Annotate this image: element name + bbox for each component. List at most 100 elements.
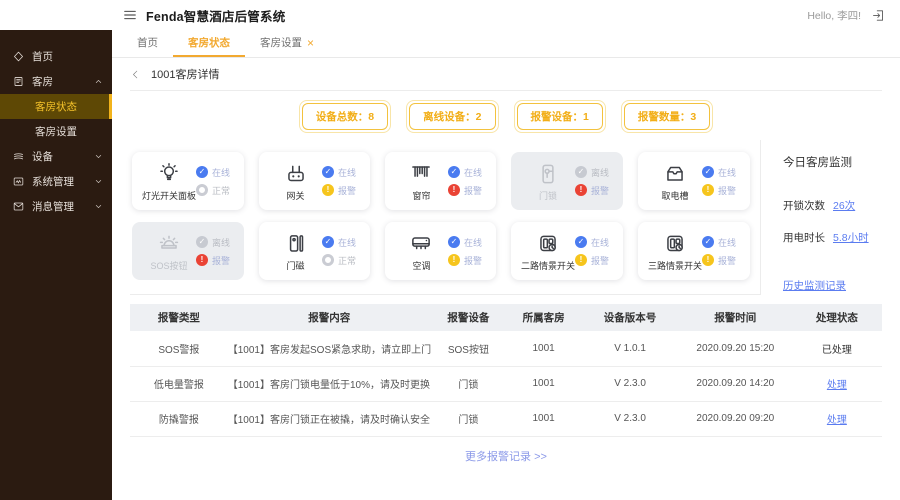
status-online-icon: ✓ — [447, 166, 460, 178]
messages-icon — [12, 200, 25, 213]
unlock-count-link[interactable]: 26次 — [833, 200, 855, 212]
sidebar-subitem-label: 客房设置 — [35, 126, 77, 138]
sidebar-item-room-settings[interactable]: 客房设置 — [0, 119, 112, 144]
stat-badge-device-total: 设备总数：8 — [298, 100, 392, 133]
tab-label: 首页 — [137, 37, 158, 49]
device-card-scene-switch-2[interactable]: 二路情景开关 ✓ 在线 ! 报警 — [510, 222, 623, 280]
device-version: V 1.0.1 — [614, 342, 646, 354]
device-card-door-lock[interactable]: 门锁 ✓ 离线! 报警 — [510, 152, 623, 210]
sidebar-item-system[interactable]: 系统管理 — [0, 169, 112, 194]
device-status: ✓ 在线 — [574, 236, 615, 249]
more-alarm-records-link[interactable]: 更多报警记录 >> — [465, 451, 547, 463]
device-status: 正常 — [321, 254, 362, 267]
user-greeting: Hello, 李四! — [807, 9, 861, 22]
history-records-link[interactable]: 历史监测记录 — [783, 278, 846, 293]
sidebar-item-room-status[interactable]: 客房状态 — [0, 94, 112, 119]
status-label: 在线 — [337, 167, 356, 178]
stats-row: 设备总数：8 离线设备：2 报警设备：1 报警数量：3 — [130, 100, 882, 133]
status-online-icon: ✓ — [321, 166, 334, 178]
monitor-title: 今日客房监测 — [783, 157, 852, 169]
sos-button-icon — [154, 231, 184, 257]
devices-icon — [12, 150, 25, 163]
handle-link[interactable]: 处理 — [827, 380, 847, 391]
device-card-gateway[interactable]: 网关 ✓ 在线! 报警 — [259, 152, 370, 210]
sidebar-item-messages[interactable]: 消息管理 — [0, 194, 112, 219]
device-info: 二路情景开关 — [521, 231, 575, 272]
status-label: 在线 — [718, 237, 737, 248]
device-version: V 2.3.0 — [614, 413, 646, 424]
device-info: 取电槽 — [648, 161, 702, 202]
gateway-icon — [281, 161, 311, 187]
handle-link[interactable]: 处理 — [827, 415, 847, 426]
hamburger-menu-icon[interactable] — [122, 7, 138, 23]
status-alarm-yellow-icon: ! — [702, 184, 714, 196]
logout-icon[interactable] — [871, 8, 886, 23]
device-status: ! 报警 — [574, 254, 615, 267]
device-name: 取电槽 — [661, 190, 689, 201]
monitor-row-power-duration: 用电时长 5.8小时 — [783, 230, 882, 245]
monitor-label: 用电时长 — [783, 232, 825, 244]
device-statuses: ✓ 在线正常 — [321, 236, 362, 267]
column-header: 报警类型 — [157, 312, 200, 324]
sidebar-item-label: 消息管理 — [32, 201, 74, 213]
alarm-device: SOS按钮 — [447, 344, 489, 356]
device-status: ! 报警 — [447, 254, 488, 267]
device-statuses: ✓ 离线! 报警 — [574, 166, 615, 197]
scene-switch-icon — [533, 231, 563, 257]
alarm-device: 门锁 — [458, 415, 479, 426]
device-info: 门锁 — [521, 161, 575, 202]
tab-home[interactable]: 首页 — [122, 30, 173, 57]
column-header: 设备版本号 — [603, 312, 657, 324]
device-card-power-slot[interactable]: 取电槽 ✓ 在线! 报警 — [637, 152, 750, 210]
device-card-door-sensor[interactable]: 门磁 ✓ 在线 正常 — [259, 222, 370, 280]
status-online-icon: ✓ — [702, 166, 714, 178]
device-status: 正常 — [196, 184, 236, 197]
close-icon[interactable]: × — [307, 37, 314, 49]
alarm-time: 2020.09.20 15:20 — [696, 342, 775, 354]
status-normal-icon — [321, 254, 334, 266]
power-duration-link[interactable]: 5.8小时 — [833, 232, 869, 244]
status-label: 报警 — [590, 185, 609, 196]
device-card-sos-button[interactable]: SOS按钮 ✓ 离线! 报警 — [132, 222, 245, 280]
device-status: ✓ 在线 — [702, 166, 742, 179]
status-alarm-red-icon: ! — [447, 184, 460, 196]
status-online-icon: ✓ — [196, 166, 209, 178]
tab-room-settings[interactable]: 客房设置 × — [245, 30, 329, 57]
device-card-ac[interactable]: 空调 ✓ 在线 ! 报警 — [384, 222, 496, 280]
device-status: ✓ 在线 — [196, 166, 236, 179]
status-label: 正常 — [212, 185, 231, 196]
device-status: ✓ 在线 — [321, 236, 362, 249]
sidebar-item-rooms[interactable]: 客房 — [0, 69, 112, 94]
sidebar-item-devices[interactable]: 设备 — [0, 144, 112, 169]
handle-status-cell: 处理 — [792, 366, 882, 401]
curtain-icon — [406, 161, 436, 187]
chevron-down-icon — [93, 201, 104, 212]
device-statuses: ✓ 在线 ! 报警 — [574, 236, 615, 267]
alarm-content: 【1001】客房发起SOS紧急求助，请立即上门协助！ — [227, 344, 431, 356]
content: 1001客房详情 设备总数：8 离线设备：2 报警设备：1 报警数量：3 灯光开关面板… — [112, 58, 900, 465]
sidebar-subitem-label: 客房状态 — [35, 101, 77, 113]
device-name: 三路情景开关 — [647, 260, 702, 271]
device-status: ✓ 在线 — [447, 236, 488, 249]
back-icon[interactable] — [130, 69, 141, 80]
device-card-scene-switch-3[interactable]: 三路情景开关 ✓ 在线! 报警 — [637, 222, 750, 280]
status-online-icon: ✓ — [702, 236, 714, 248]
device-name: 网关 — [286, 190, 305, 201]
status-label: 报警 — [718, 255, 737, 266]
device-name: 空调 — [412, 260, 431, 271]
tab-room-status[interactable]: 客房状态 — [173, 30, 245, 57]
rooms-icon — [12, 75, 25, 88]
sidebar-item-label: 首页 — [32, 51, 53, 63]
sidebar-item-home[interactable]: 首页 — [0, 44, 112, 69]
column-header: 报警内容 — [308, 312, 351, 324]
monitor-rows: 开锁次数 26次 用电时长 5.8小时 — [783, 198, 882, 245]
alarm-time: 2020.09.20 09:20 — [696, 413, 775, 424]
device-statuses: ✓ 在线! 报警 — [702, 166, 742, 197]
stat-badge-alarm-devices: 报警设备：1 — [513, 100, 606, 133]
device-card-curtain[interactable]: 窗帘 ✓ 在线! 报警 — [384, 152, 496, 210]
sidebar: 首页客房客房状态客房设置设备 系统管理消息管理 — [0, 30, 112, 500]
alarm-device: 门锁 — [458, 380, 479, 391]
stat-badge-text: 报警数量：3 — [623, 103, 711, 130]
device-info: SOS按钮 — [142, 231, 196, 272]
device-card-light-panel[interactable]: 灯光开关面板 ✓ 在线 正常 — [132, 152, 245, 210]
